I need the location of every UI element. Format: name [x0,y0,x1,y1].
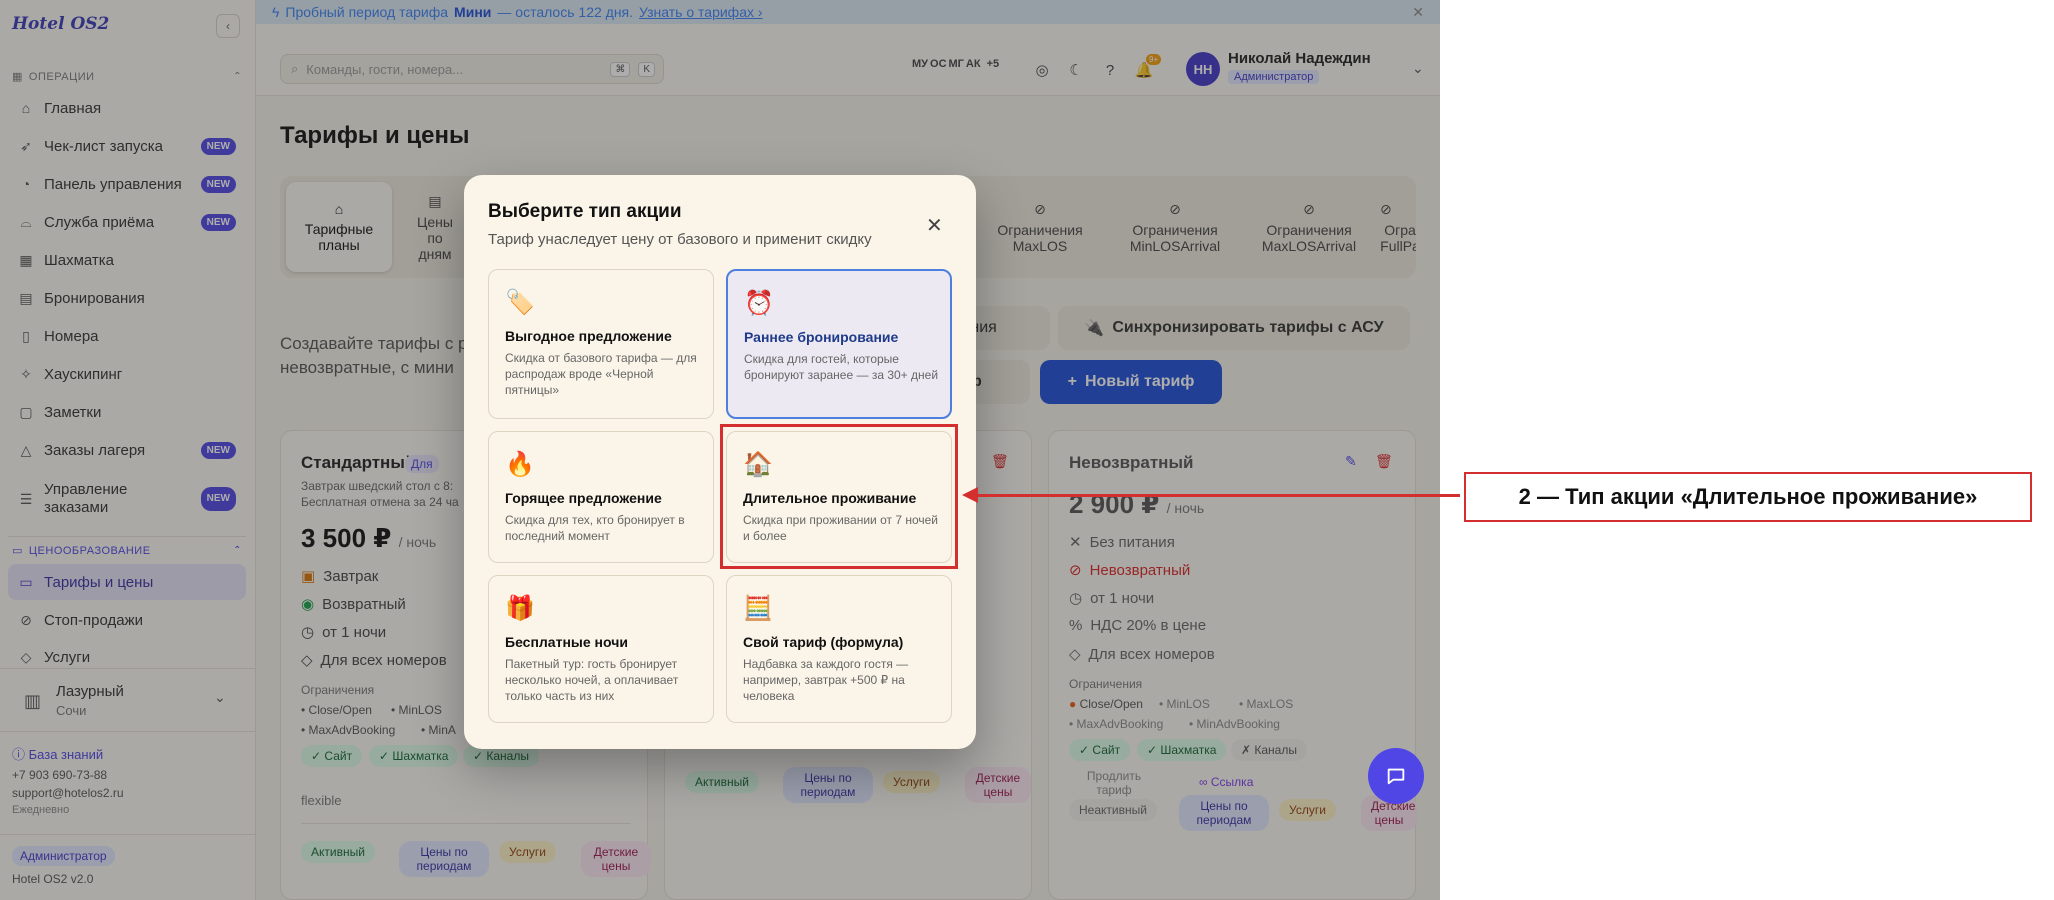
chat-icon [1387,768,1405,785]
option-title: Бесплатные ночи [505,634,628,650]
option-description: Скидка для гостей, которые бронируют зар… [744,352,939,382]
chat-button[interactable] [1368,748,1424,804]
option-description: Надбавка за каждого гостя — например, за… [743,657,909,703]
option-title: Горящее предложение [505,490,662,506]
abacus-icon: 🧮 [743,595,773,622]
highlight-box [720,424,958,569]
option-title: Свой тариф (формула) [743,634,904,650]
option-early-booking[interactable]: ⏰ Раннее бронирование Скидка для гостей,… [726,269,952,419]
dialog-subtitle: Тариф унаследует цену от базового и прим… [488,231,872,248]
gift-icon: 🎁 [505,595,535,622]
alarm-clock-icon: ⏰ [744,290,774,317]
fire-icon: 🔥 [505,451,535,478]
option-description: Скидка для тех, кто бронирует в последни… [505,513,685,543]
option-free-nights[interactable]: 🎁 Бесплатные ночи Пакетный тур: гость бр… [488,575,714,723]
option-description: Скидка от базового тарифа — для распрода… [505,351,697,397]
dialog-title: Выберите тип акции [488,201,682,222]
arrow-line [966,494,1460,497]
tag-emoji-icon: 🏷️ [505,289,535,316]
option-description: Пакетный тур: гость бронирует несколько … [505,657,679,703]
option-custom-formula[interactable]: 🧮 Свой тариф (формула) Надбавка за каждо… [726,575,952,723]
option-good-deal[interactable]: 🏷️ Выгодное предложение Скидка от базово… [488,269,714,419]
option-title: Раннее бронирование [744,329,899,345]
option-title: Выгодное предложение [505,328,672,344]
close-icon[interactable]: ✕ [926,213,943,238]
option-hot-deal[interactable]: 🔥 Горящее предложение Скидка для тех, кт… [488,431,714,563]
annotation-label: 2 — Тип акции «Длительное проживание» [1464,472,2032,522]
